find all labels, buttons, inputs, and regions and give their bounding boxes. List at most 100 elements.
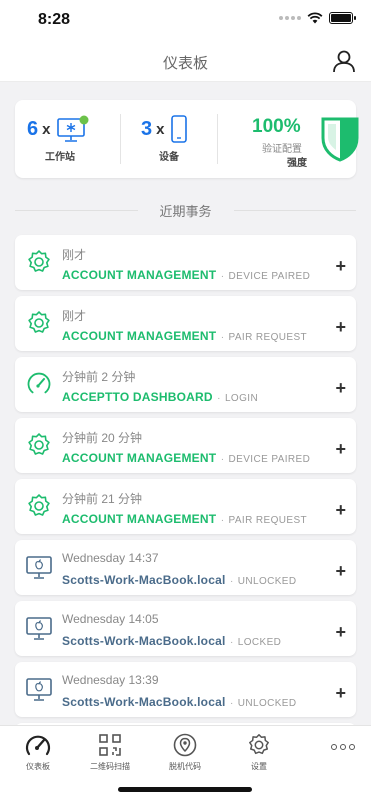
devices-label: 设备: [159, 152, 179, 163]
offline-code-icon: [173, 733, 197, 757]
divider: [15, 209, 138, 211]
status-bar: 8:28: [0, 0, 371, 40]
event-item[interactable]: 分钟前 21 分钟 ACCOUNT MANAGEMENT · PAIR REQU…: [15, 479, 356, 534]
section-title: 近期事务: [159, 203, 212, 219]
tab-bar: 仪表板 二维码扫描 脱机代码 设置: [0, 725, 371, 800]
event-item[interactable]: Wednesday 14:05 Scotts-Work-MacBook.loca…: [15, 601, 356, 656]
workstations-count: 6: [27, 117, 39, 140]
devices-times: x: [156, 120, 165, 138]
page-title: 仪表板: [162, 55, 208, 72]
event-time: 分钟前 2 分钟: [62, 370, 136, 384]
workstation-icon: [57, 115, 89, 142]
tab-offline-code[interactable]: 脱机代码: [155, 732, 215, 772]
event-line: ACCOUNT MANAGEMENT · DEVICE PAIRED: [62, 266, 310, 284]
nav-bar: 仪表板: [0, 40, 371, 82]
event-item[interactable]: Wednesday 13:39 Scotts-Work-MacBook.loca…: [15, 662, 356, 717]
signal-icon: [279, 16, 301, 20]
divider: [233, 209, 357, 211]
event-time: Wednesday 14:37: [62, 551, 159, 565]
event-item[interactable]: Wednesday 14:37 Scotts-Work-MacBook.loca…: [15, 540, 356, 595]
wifi-icon: [307, 12, 323, 24]
event-title: ACCEPTTO DASHBOARD: [62, 390, 213, 404]
tab-label: 二维码扫描: [90, 762, 130, 771]
expand-button[interactable]: +: [335, 562, 346, 580]
event-action: DEVICE PAIRED: [228, 454, 311, 465]
event-line: ACCEPTTO DASHBOARD · LOGIN: [62, 388, 258, 406]
expand-button[interactable]: +: [335, 623, 346, 641]
event-title: ACCOUNT MANAGEMENT: [62, 268, 217, 282]
summary-card: 6 x 工作站 3 x 设备 100% 验证配置 强度: [15, 100, 359, 178]
expand-button[interactable]: +: [335, 257, 346, 275]
event-time: 刚才: [62, 309, 87, 323]
event-time: 分钟前 21 分钟: [62, 492, 143, 506]
event-action: LOCKED: [237, 637, 282, 648]
event-title: Scotts-Work-MacBook.local: [62, 634, 226, 648]
event-action: DEVICE PAIRED: [228, 271, 311, 282]
event-separator: ·: [229, 698, 234, 709]
event-line: ACCOUNT MANAGEMENT · DEVICE PAIRED: [62, 449, 310, 467]
user-profile-icon[interactable]: [331, 48, 357, 74]
event-separator: ·: [220, 332, 225, 343]
event-line: Scotts-Work-MacBook.local · LOCKED: [62, 632, 281, 650]
event-action: PAIR REQUEST: [228, 515, 308, 526]
event-line: ACCOUNT MANAGEMENT · PAIR REQUEST: [62, 327, 307, 345]
shield-icon: [321, 117, 359, 162]
event-title: ACCOUNT MANAGEMENT: [62, 329, 217, 343]
event-action: UNLOCKED: [237, 576, 297, 587]
tab-label: 脱机代码: [169, 762, 201, 771]
expand-button[interactable]: +: [335, 501, 346, 519]
devices-stat[interactable]: 3 x 设备: [141, 114, 188, 163]
events-list: 刚才 ACCOUNT MANAGEMENT · DEVICE PAIRED + …: [15, 235, 356, 784]
event-line: Scotts-Work-MacBook.local · UNLOCKED: [62, 571, 297, 589]
mac-icon: [26, 617, 52, 640]
divider: [217, 114, 218, 164]
event-time: Wednesday 13:39: [62, 673, 159, 687]
mac-icon: [26, 678, 52, 701]
expand-button[interactable]: +: [335, 440, 346, 458]
gear-icon: [28, 311, 50, 333]
tab-settings[interactable]: 设置: [229, 732, 289, 772]
workstations-times: x: [42, 120, 51, 138]
event-title: ACCOUNT MANAGEMENT: [62, 451, 217, 465]
event-item[interactable]: 分钟前 2 分钟 ACCEPTTO DASHBOARD · LOGIN +: [15, 357, 356, 412]
event-time: Wednesday 14:05: [62, 612, 159, 626]
event-separator: ·: [229, 576, 234, 587]
workstations-label: 工作站: [45, 152, 75, 163]
event-action: LOGIN: [224, 393, 259, 404]
tab-dashboard[interactable]: 仪表板: [8, 732, 68, 772]
gauge-icon: [27, 372, 51, 394]
expand-button[interactable]: +: [335, 684, 346, 702]
gear-icon: [28, 494, 50, 516]
event-item[interactable]: 分钟前 20 分钟 ACCOUNT MANAGEMENT · DEVICE PA…: [15, 418, 356, 473]
expand-button[interactable]: +: [335, 379, 346, 397]
gear-icon: [249, 734, 269, 755]
mac-icon: [26, 556, 52, 579]
more-icon[interactable]: [331, 744, 355, 750]
divider: [120, 114, 121, 164]
home-indicator: [118, 787, 252, 792]
event-action: PAIR REQUEST: [228, 332, 308, 343]
event-item[interactable]: 刚才 ACCOUNT MANAGEMENT · DEVICE PAIRED +: [15, 235, 356, 290]
tab-label: 仪表板: [26, 762, 50, 771]
event-separator: ·: [229, 637, 234, 648]
event-title: Scotts-Work-MacBook.local: [62, 573, 226, 587]
event-time: 刚才: [62, 248, 87, 262]
event-separator: ·: [220, 454, 225, 465]
dashboard-icon: [25, 735, 51, 756]
event-line: Scotts-Work-MacBook.local · UNLOCKED: [62, 693, 297, 711]
devices-count: 3: [141, 117, 153, 140]
event-item[interactable]: 刚才 ACCOUNT MANAGEMENT · PAIR REQUEST +: [15, 296, 356, 351]
event-time: 分钟前 20 分钟: [62, 431, 143, 445]
event-title: Scotts-Work-MacBook.local: [62, 695, 226, 709]
event-separator: ·: [217, 393, 221, 404]
expand-button[interactable]: +: [335, 318, 346, 336]
strength-percent: 100%: [252, 116, 301, 137]
tab-label: 设置: [251, 762, 267, 771]
phone-icon: [171, 115, 188, 143]
event-title: ACCOUNT MANAGEMENT: [62, 512, 217, 526]
tab-qr-scan[interactable]: 二维码扫描: [80, 732, 140, 772]
battery-icon: [329, 12, 356, 24]
strength-caption: 验证配置: [262, 144, 302, 155]
event-line: ACCOUNT MANAGEMENT · PAIR REQUEST: [62, 510, 307, 528]
workstations-stat[interactable]: 6 x 工作站: [27, 114, 90, 163]
